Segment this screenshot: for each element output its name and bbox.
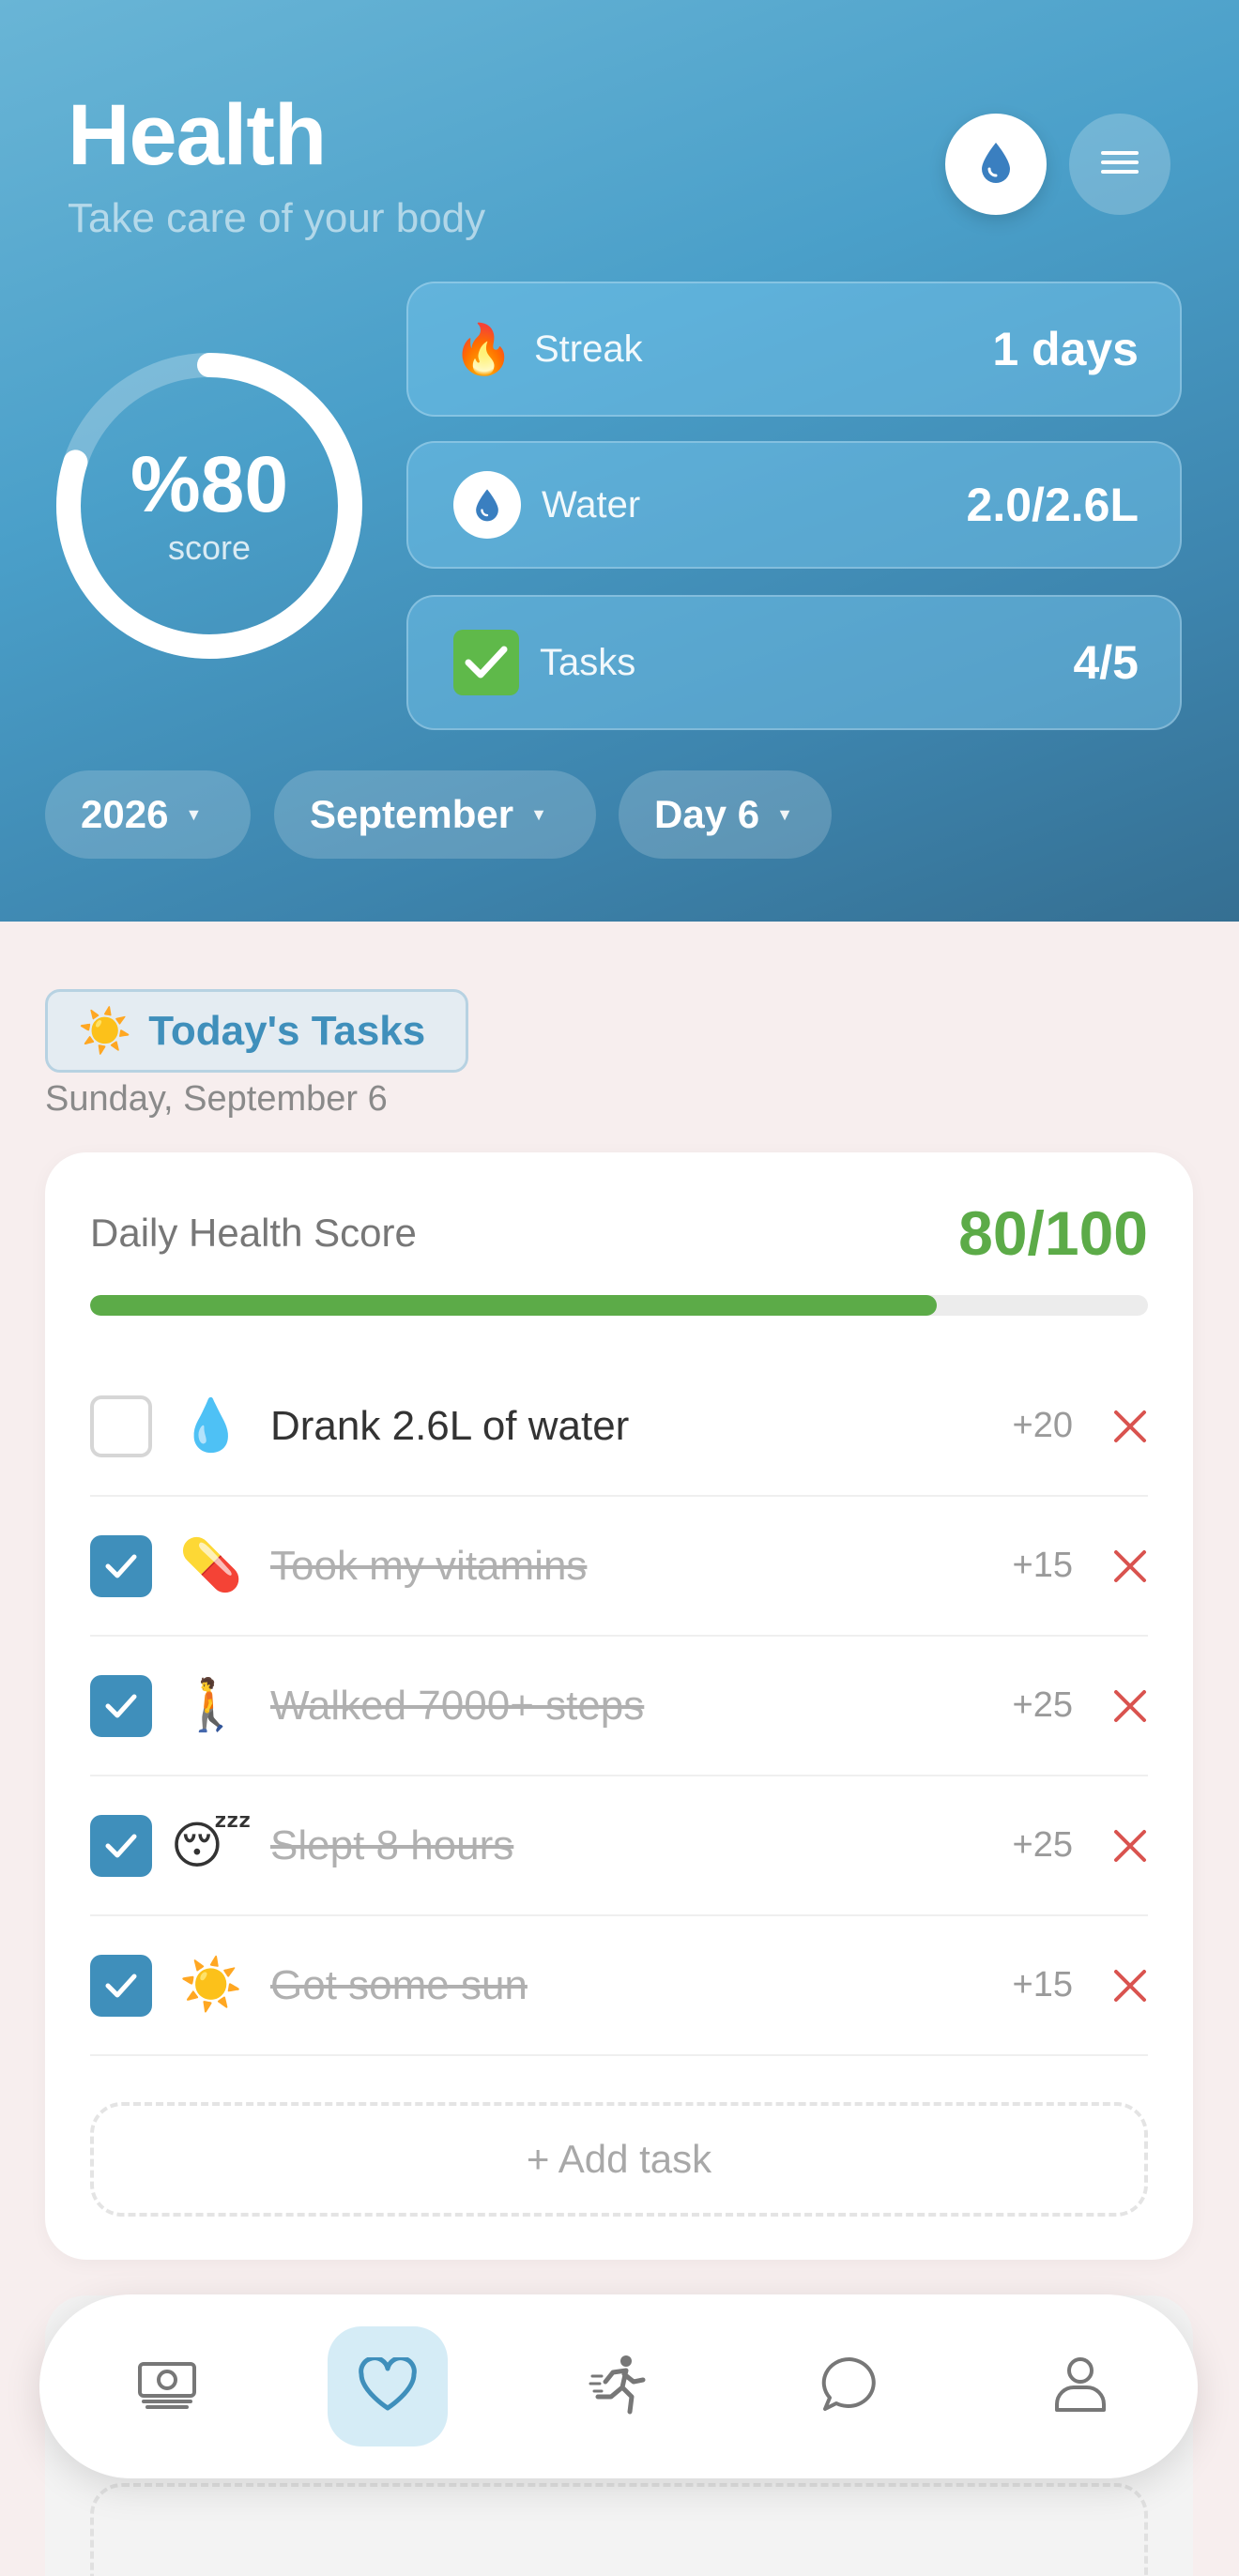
today-date: Sunday, September 6 [45, 1079, 388, 1119]
delete-task-button[interactable] [1073, 1409, 1148, 1444]
close-icon [1114, 1969, 1146, 2002]
nav-chat[interactable] [789, 2326, 910, 2446]
checkmark-icon [453, 630, 519, 695]
header: Health Take care of your body %80 score … [0, 0, 1239, 922]
task-emoji-icon: 💧 [179, 1397, 243, 1454]
stat-label: Tasks [540, 641, 636, 683]
task-emoji-icon: 💊 [179, 1537, 243, 1593]
task-points: +15 [1012, 1546, 1073, 1585]
day-value: Day 6 [654, 792, 760, 836]
chat-bubble-icon [820, 2355, 879, 2418]
task-checkbox[interactable] [90, 1814, 152, 1877]
caret-down-icon: ▼ [530, 804, 547, 824]
page-title: Health [68, 87, 327, 183]
today-tasks-badge: ☀️ Today's Tasks [45, 989, 468, 1073]
stat-value: 4/5 [1073, 636, 1139, 689]
task-row: 💊 Took my vitamins +15 [90, 1497, 1148, 1637]
task-row: 🚶 Walked 7000+ steps +25 [90, 1637, 1148, 1776]
stat-water: Water 2.0/2.6L [406, 441, 1182, 569]
task-row: 💧 Drank 2.6L of water +20 [90, 1357, 1148, 1497]
delete-task-button[interactable] [1073, 1828, 1148, 1864]
delete-task-button[interactable] [1073, 1968, 1148, 2004]
daily-tasks-card: Daily Health Score 80/100 💧 Drank 2.6L of… [45, 1152, 1193, 2260]
daily-score-progress [90, 1295, 1148, 1316]
sun-icon: ☀️ [78, 1006, 132, 1055]
next-section-dropzone: 🍎 [90, 2483, 1148, 2576]
water-button[interactable] [945, 114, 1047, 215]
stat-value: 1 days [992, 323, 1139, 375]
caret-down-icon: ▼ [776, 804, 793, 824]
task-text: Slept 8 hours [270, 1821, 514, 1868]
task-text: Got some sun [270, 1961, 528, 2008]
task-checkbox[interactable] [90, 1674, 152, 1737]
nav-health[interactable] [328, 2326, 448, 2446]
money-icon [136, 2358, 198, 2416]
score-percent: %80 [130, 440, 289, 528]
task-points: +25 [1012, 1825, 1073, 1865]
year-value: 2026 [81, 792, 169, 836]
progress-fill [90, 1295, 937, 1316]
task-points: +15 [1012, 1965, 1073, 2004]
running-icon [589, 2354, 649, 2420]
task-text: Drank 2.6L of water [270, 1402, 630, 1449]
heart-icon [358, 2355, 418, 2416]
task-emoji-icon: ☀️ [179, 1957, 243, 2013]
nav-profile[interactable] [1020, 2326, 1140, 2446]
page-subtitle: Take care of your body [68, 195, 486, 241]
fire-icon: 🔥 [452, 322, 514, 377]
delete-task-button[interactable] [1073, 1688, 1148, 1724]
close-icon [1114, 1829, 1146, 1862]
year-select[interactable]: 2026 ▼ [45, 770, 251, 859]
task-checkbox[interactable] [90, 1534, 152, 1597]
close-icon [1114, 1410, 1146, 1442]
task-emoji-icon: 🚶 [179, 1677, 243, 1733]
stat-label: Water [542, 483, 641, 526]
hamburger-menu-icon [1101, 149, 1139, 180]
score-label: score [167, 528, 252, 567]
menu-button[interactable] [1069, 114, 1170, 215]
task-points: +25 [1012, 1685, 1073, 1725]
task-checkbox[interactable] [90, 1395, 152, 1457]
water-drop-icon [978, 141, 1014, 189]
water-drop-icon [453, 471, 521, 539]
task-points: +20 [1012, 1406, 1073, 1445]
daily-score-label: Daily Health Score [90, 1211, 417, 1255]
nav-finance[interactable] [107, 2326, 227, 2446]
nav-activity[interactable] [558, 2326, 679, 2446]
close-icon [1114, 1689, 1146, 1722]
task-row: ☀️ Got some sun +15 [90, 1916, 1148, 2056]
task-row: 😴 Slept 8 hours +25 [90, 1776, 1148, 1916]
profile-icon [1053, 2355, 1108, 2418]
task-text: Walked 7000+ steps [270, 1682, 645, 1729]
daily-score-value: 80/100 [958, 1198, 1148, 1268]
caret-down-icon: ▼ [185, 804, 203, 824]
task-emoji-icon: 😴 [170, 1818, 252, 1874]
stat-streak: 🔥 Streak 1 days [406, 282, 1182, 417]
day-select[interactable]: Day 6 ▼ [619, 770, 832, 859]
close-icon [1114, 1549, 1146, 1582]
month-value: September [310, 792, 514, 836]
add-task-button[interactable]: + Add task [90, 2102, 1148, 2217]
month-select[interactable]: September ▼ [274, 770, 596, 859]
stat-tasks: Tasks 4/5 [406, 595, 1182, 730]
task-checkbox[interactable] [90, 1954, 152, 2017]
stat-value: 2.0/2.6L [966, 479, 1139, 531]
bottom-nav [39, 2294, 1198, 2478]
task-text: Took my vitamins [270, 1542, 588, 1589]
today-tasks-title: Today's Tasks [148, 1007, 426, 1054]
stat-label: Streak [534, 328, 643, 370]
delete-task-button[interactable] [1073, 1548, 1148, 1584]
